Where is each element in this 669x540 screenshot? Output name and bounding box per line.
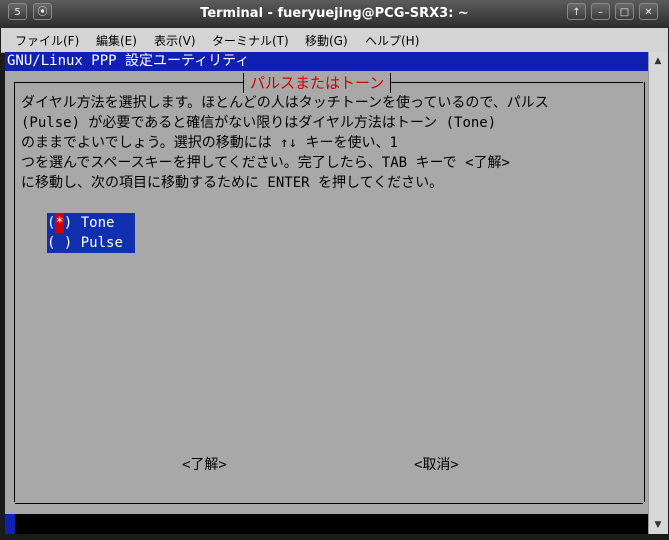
menu-terminal[interactable]: ターミナル(T) — [212, 32, 289, 49]
radio-option-pulse[interactable]: ( ) Pulse — [47, 233, 135, 253]
menu-help[interactable]: ヘルプ(H) — [365, 32, 419, 49]
dialog-description-line: ダイヤル方法を選択します。ほとんどの人はタッチトーンを使っているので、パルス — [21, 95, 549, 111]
radio-option-label: Tone — [80, 215, 115, 231]
scroll-down-icon[interactable]: ▼ — [651, 518, 665, 532]
close-icon[interactable]: ✕ — [639, 3, 658, 20]
radio-unselected-mark — [55, 233, 63, 253]
window-titlebar[interactable]: 5 ⦿ Terminal - fueryuejing@PCG-SRX3: ~ ↑… — [0, 0, 669, 28]
cursor-block — [5, 514, 15, 534]
utility-header: GNU/Linux PPP 設定ユーティリティ — [5, 52, 648, 71]
minimize-icon[interactable]: – — [591, 3, 610, 20]
dialog-description-line: つを選んでスペースキーを押してください。完了したら、TAB キーで <了解> — [21, 155, 510, 171]
ok-button[interactable]: <了解> — [182, 454, 227, 474]
radio-selected-mark: * — [55, 213, 64, 233]
menu-view[interactable]: 表示(V) — [154, 32, 196, 49]
cancel-button[interactable]: <取消> — [414, 454, 459, 474]
radio-option-tone[interactable]: (*) Tone — [47, 213, 135, 233]
menubar: ファイル(F) 編集(E) 表示(V) ターミナル(T) 移動(G) ヘルプ(H… — [1, 28, 668, 53]
terminal-status-line — [5, 514, 648, 534]
dialog-title: パルスまたはトーン — [243, 73, 392, 93]
dialog-description-line: のままでよいでしょう。選択の移動には ↑↓ キーを使い、1 — [21, 135, 398, 151]
maximize-icon[interactable]: □ — [615, 3, 634, 20]
menu-file[interactable]: ファイル(F) — [15, 32, 79, 49]
scroll-up-icon[interactable]: ▲ — [651, 54, 665, 68]
dialog-description-line: (Pulse) が必要であると確信がない限りはダイヤル方法はトーン (Tone) — [21, 115, 497, 131]
radio-option-label: Pulse — [80, 235, 123, 251]
arrow-up-icon[interactable]: ↑ — [567, 3, 586, 20]
dialog-description-line: に移動し、次の項目に移動するために ENTER を押してください。 — [21, 175, 444, 191]
dialog-border-left — [14, 82, 15, 502]
menu-edit[interactable]: 編集(E) — [96, 32, 137, 49]
terminal-screen[interactable]: GNU/Linux PPP 設定ユーティリティ パルスまたはトーン ダイヤル方法… — [5, 52, 648, 534]
dialog-border-right — [644, 82, 645, 502]
scrollbar[interactable]: ▲ ▼ — [648, 52, 668, 534]
menu-go[interactable]: 移動(G) — [305, 32, 348, 49]
